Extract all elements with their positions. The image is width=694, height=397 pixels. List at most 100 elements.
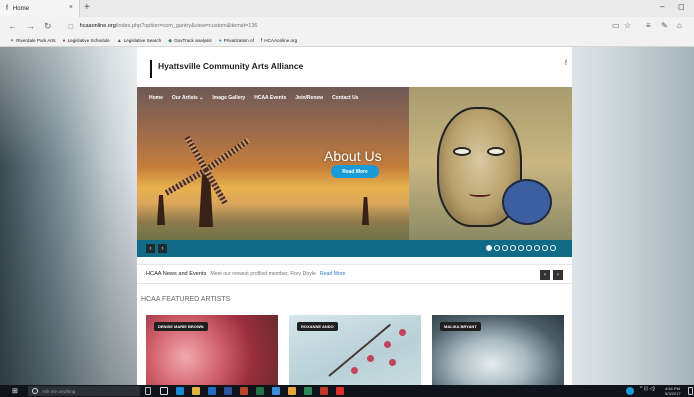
favorite-label: Legislative Search <box>123 38 162 43</box>
portrait-child <box>502 179 552 225</box>
taskbar-clock[interactable]: 4:54 PM 5/3/2017 <box>665 386 681 396</box>
tab-favicon-icon: f <box>6 5 8 12</box>
nav-hcaa-events[interactable]: HCAA Events <box>254 95 286 101</box>
word-app-icon[interactable] <box>224 387 232 395</box>
slider-dot-6[interactable] <box>526 245 532 251</box>
browser-titlebar: f Home × + – ◻ <box>0 0 694 17</box>
windmill-blade <box>204 137 251 173</box>
acrobat-app-icon[interactable] <box>336 387 344 395</box>
back-button[interactable]: ← <box>8 20 17 32</box>
main-nav: Home Our Artists ⌄ Image Gallery HCAA Ev… <box>137 87 409 109</box>
blossom-shape <box>384 341 391 348</box>
artist-card-denise-marie-brown[interactable]: DENISE MARIE BROWN <box>146 315 278 385</box>
favorite-icon: ✦ <box>10 37 15 44</box>
app-icon[interactable] <box>320 387 328 395</box>
portrait-mouth <box>469 191 491 197</box>
address-input[interactable]: ▢ hcaaonline.org /index.php?option=com_g… <box>68 20 598 32</box>
share-icon[interactable]: ⌂ <box>677 20 682 32</box>
tab-title: Home <box>12 5 29 12</box>
favorites-star-icon[interactable]: ☆ <box>624 20 631 32</box>
new-tab-button[interactable]: + <box>84 2 90 14</box>
maximize-button[interactable]: ◻ <box>678 2 685 11</box>
favorite-hcaaonline[interactable]: f HCAAonline.org <box>261 38 297 44</box>
url-path: /index.php?option=com_gantry&view=custom… <box>115 23 258 29</box>
slider-next-button[interactable]: › <box>158 244 167 253</box>
browser-tab-home[interactable]: f Home × <box>0 0 80 17</box>
slider-dot-3[interactable] <box>502 245 508 251</box>
refresh-button[interactable]: ↻ <box>44 20 52 32</box>
task-view-icon[interactable] <box>160 387 168 395</box>
app-icon[interactable] <box>272 387 280 395</box>
hero-read-more-button[interactable]: Read More <box>331 165 379 178</box>
slider-dot-5[interactable] <box>518 245 524 251</box>
chrome-app-icon[interactable] <box>288 387 296 395</box>
nav-home[interactable]: Home <box>149 95 163 101</box>
artist-card-malika-bryant[interactable]: MALIKA BRYANT <box>432 315 564 385</box>
portrait-eye <box>453 147 471 156</box>
slider-dot-1[interactable] <box>486 245 492 251</box>
slider-controls: ‹ › <box>137 240 572 257</box>
slider-dot-7[interactable] <box>534 245 540 251</box>
notes-icon[interactable]: ✎ <box>661 20 668 32</box>
favorite-label: Riverdale Park Arts <box>16 38 56 43</box>
news-label: HCAA News and Events <box>146 271 207 277</box>
favorite-icon: ◆ <box>168 37 173 44</box>
nav-join-renew[interactable]: Join/Renew <box>295 95 323 101</box>
favorite-label: HCAAonline.org <box>264 38 298 43</box>
slider-dots <box>486 245 558 251</box>
slider-dot-4[interactable] <box>510 245 516 251</box>
notifications-icon[interactable] <box>688 387 693 395</box>
windmill-blade <box>184 135 209 172</box>
artist-card-roxanne-ando[interactable]: ROXANNE ANDO <box>289 315 421 385</box>
slider-dot-8[interactable] <box>542 245 548 251</box>
reading-view-icon[interactable]: ▭ <box>612 20 620 32</box>
forward-button[interactable]: → <box>26 20 35 32</box>
favorite-riverdale[interactable]: ✦ Riverdale Park Arts <box>10 38 56 44</box>
artist-name-tag: DENISE MARIE BROWN <box>154 322 208 331</box>
edge-app-icon[interactable] <box>176 387 184 395</box>
nav-contact-us[interactable]: Contact Us <box>332 95 358 101</box>
favorite-icon: ● <box>62 37 66 44</box>
favorite-govtrack[interactable]: ◆ GovTrack analysis <box>168 38 211 44</box>
favorite-legislative-schedule[interactable]: ● Legislative Schedule <box>63 38 110 44</box>
microphone-icon[interactable] <box>145 387 151 395</box>
site-header: Hyattsville Community Arts Alliance f <box>137 47 572 87</box>
portrait-eye <box>487 147 505 156</box>
slider-prev-button[interactable]: ‹ <box>146 244 155 253</box>
mail-app-icon[interactable] <box>208 387 216 395</box>
excel-app-icon[interactable] <box>256 387 264 395</box>
app-icon[interactable] <box>304 387 312 395</box>
favorite-icon: f <box>260 37 263 44</box>
windows-start-icon[interactable]: ⊞ <box>12 387 18 395</box>
nav-our-artists[interactable]: Our Artists ⌄ <box>172 95 204 101</box>
hero-slider: Home Our Artists ⌄ Image Gallery HCAA Ev… <box>137 87 572 257</box>
minimize-button[interactable]: – <box>660 2 664 11</box>
news-text: Meet our newest profiled member, Rory Do… <box>210 271 316 277</box>
slider-dot-2[interactable] <box>494 245 500 251</box>
cortana-icon <box>32 388 38 394</box>
facebook-icon[interactable]: f <box>565 60 567 67</box>
favorite-privatization[interactable]: ● Privatization of <box>219 38 254 44</box>
file-explorer-icon[interactable] <box>192 387 200 395</box>
blossom-shape <box>367 355 374 362</box>
news-read-more-link[interactable]: Read More <box>320 271 346 277</box>
artist-name-tag: ROXANNE ANDO <box>297 322 338 331</box>
news-next-button[interactable]: › <box>553 270 563 280</box>
nav-image-gallery[interactable]: Image Gallery <box>212 95 245 101</box>
tray-app-icon[interactable] <box>626 387 634 395</box>
powerpoint-app-icon[interactable] <box>240 387 248 395</box>
slider-dot-9[interactable] <box>550 245 556 251</box>
favorite-legislative-search[interactable]: ▲ Legislative Search <box>117 38 162 44</box>
tab-close-icon[interactable]: × <box>69 4 73 11</box>
hub-icon[interactable]: ≡ <box>646 20 651 32</box>
blossom-shape <box>399 329 406 336</box>
favorite-icon: ▲ <box>116 37 122 44</box>
hero-title: About Us <box>324 148 382 164</box>
site-logo[interactable]: Hyattsville Community Arts Alliance <box>158 61 303 71</box>
news-ticker: HCAA News and Events Meet our newest pro… <box>137 264 572 284</box>
taskbar-search-input[interactable]: Ask me anything <box>28 386 140 396</box>
logo-mark <box>150 60 152 78</box>
tray-icons[interactable]: ^ ⊡ ◁) <box>640 387 655 392</box>
blossom-shape <box>389 359 396 366</box>
news-prev-button[interactable]: ‹ <box>540 270 550 280</box>
